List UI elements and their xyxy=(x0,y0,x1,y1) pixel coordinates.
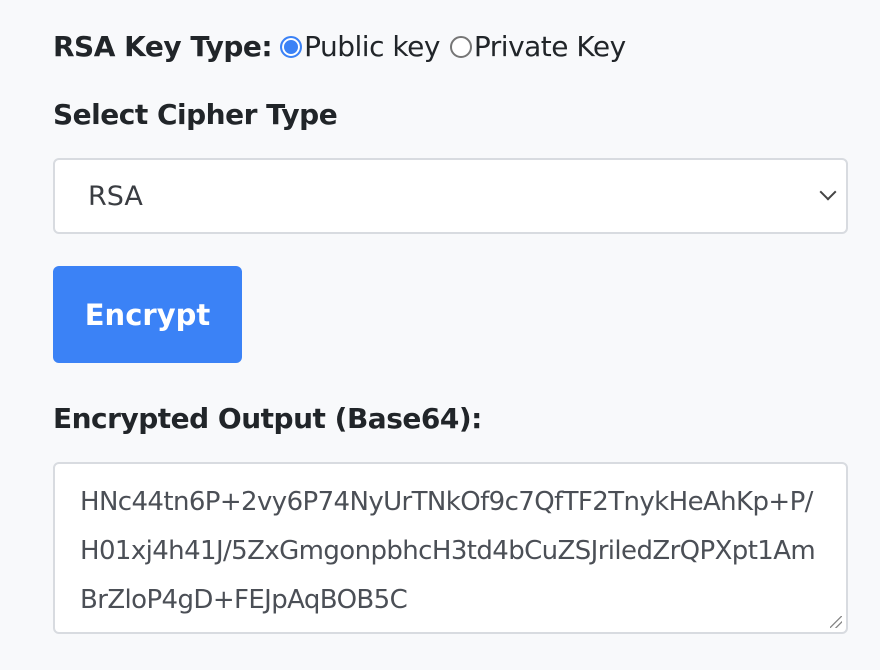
rsa-key-type-group: RSA Key Type: Public key Private Key xyxy=(53,30,636,63)
public-key-label[interactable]: Public key xyxy=(304,30,440,63)
private-key-radio[interactable] xyxy=(449,35,472,58)
encrypted-output-label: Encrypted Output (Base64): xyxy=(53,402,482,435)
encrypted-output-text: HNc44tn6P+2vy6P74NyUrTNkOf9c7QfTF2TnykHe… xyxy=(80,487,816,615)
encrypted-output-textarea[interactable]: HNc44tn6P+2vy6P74NyUrTNkOf9c7QfTF2TnykHe… xyxy=(53,462,848,634)
cipher-type-label: Select Cipher Type xyxy=(53,98,338,131)
cipher-type-value: RSA xyxy=(88,180,143,212)
resize-handle-icon[interactable] xyxy=(830,616,842,628)
chevron-down-icon xyxy=(819,183,837,201)
rsa-key-type-label: RSA Key Type: xyxy=(53,30,273,63)
public-key-radio[interactable] xyxy=(280,35,303,58)
cipher-type-select[interactable]: RSA xyxy=(53,158,848,234)
encrypt-button[interactable]: Encrypt xyxy=(53,266,242,363)
private-key-label[interactable]: Private Key xyxy=(474,30,626,63)
